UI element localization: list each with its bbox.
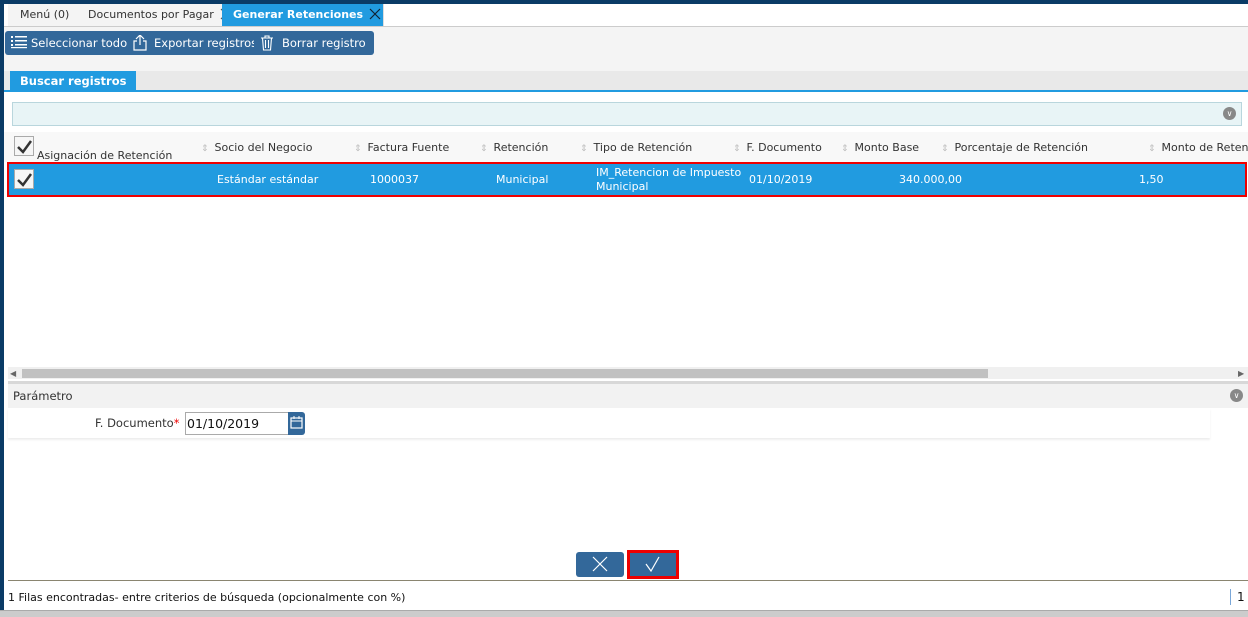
sort-icon: ⇕ (841, 144, 849, 154)
cell-tipo: IM_Retencion de Impuesto Municipal (596, 166, 741, 194)
select-all-button[interactable]: Seleccionar todo (5, 31, 136, 55)
sort-icon: ⇕ (1148, 144, 1156, 154)
table-row[interactable]: Estándar estándar 1000037 Municipal IM_R… (7, 162, 1247, 197)
column-header[interactable]: ⇕ Porcentaje de Retención (941, 141, 1088, 154)
cancel-button[interactable] (576, 552, 624, 577)
header-label: Monto de Reten (1161, 141, 1248, 154)
tab-buscar-registros[interactable]: Buscar registros (10, 71, 137, 92)
check-icon (17, 140, 33, 154)
cell-factura: 1000037 (370, 173, 419, 186)
header-label: Monto Base (854, 141, 920, 154)
button-label: Borrar registro (282, 36, 366, 50)
cell-line: IM_Retencion de Impuesto (596, 166, 742, 179)
delete-record-button[interactable]: Borrar registro (254, 31, 374, 55)
sort-icon: ⇕ (941, 144, 949, 154)
column-header[interactable]: ⇕ Factura Fuente (354, 141, 449, 154)
expand-icon[interactable]: ∨ (1223, 107, 1236, 120)
check-icon (645, 556, 660, 573)
check-icon (17, 173, 33, 187)
tab-label: Generar Retenciones (233, 8, 364, 21)
scroll-right-arrow[interactable]: ▶ (1238, 369, 1244, 378)
close-icon[interactable] (369, 8, 381, 20)
column-header[interactable]: ⇕ Monto Base (841, 141, 919, 154)
f-documento-label: F. Documento* (95, 416, 179, 430)
tab-menu[interactable]: Menú (0) (8, 4, 83, 26)
bottom-bar (0, 610, 1248, 617)
cell-socio: Estándar estándar (217, 173, 319, 186)
tab-generar-retenciones[interactable]: Generar Retenciones (222, 4, 385, 26)
export-records-button[interactable]: Exportar registros (127, 31, 266, 55)
calendar-icon (290, 416, 303, 429)
tab-label: Documentos por Pagar (88, 8, 214, 21)
grid-header: Asignación de Retención ⇕ Socio del Negoc… (4, 132, 1248, 162)
collapse-icon[interactable]: ∨ (1230, 389, 1243, 402)
trash-icon (261, 35, 273, 51)
tab-label: Menú (0) (20, 8, 70, 21)
divider (8, 580, 1248, 581)
column-header[interactable]: ⇕ Tipo de Retención (580, 141, 692, 154)
header-label: Socio del Negocio (214, 141, 313, 154)
column-header[interactable]: ⇕ F. Documento (733, 141, 822, 154)
parameter-header: ∨ (8, 384, 1248, 408)
toolbar: Seleccionar todo Exportar registros Borr… (4, 27, 1248, 71)
export-icon (133, 35, 147, 51)
cell-retencion: Municipal (496, 173, 549, 186)
cell-porcentaje: 1,50 (1139, 173, 1164, 186)
header-label: F. Documento (746, 141, 822, 154)
header-label: Tipo de Retención (593, 141, 693, 154)
parameter-title: Parámetro (13, 389, 73, 403)
page-number[interactable]: 1 (1230, 589, 1245, 605)
header-label: Factura Fuente (367, 141, 450, 154)
column-header[interactable]: Asignación de Retención (37, 149, 172, 162)
column-header[interactable]: ⇕ Retención (480, 141, 548, 154)
subtab-bar (4, 71, 1248, 92)
cell-line: Municipal (596, 180, 649, 193)
cell-monto-base: 340.000,00 (899, 173, 962, 186)
ok-button[interactable] (627, 550, 679, 579)
sort-icon: ⇕ (201, 144, 209, 154)
tab-documentos-por-pagar[interactable]: Documentos por Pagar (76, 4, 237, 26)
header-label: Retención (493, 141, 549, 154)
sort-icon: ⇕ (580, 144, 588, 154)
select-all-checkbox[interactable] (14, 136, 34, 156)
button-label: Seleccionar todo (31, 36, 128, 50)
close-icon (592, 556, 608, 572)
list-icon (11, 36, 27, 49)
button-label: Exportar registros (154, 36, 258, 50)
status-message: 1 Filas encontradas- entre criterios de … (8, 591, 406, 604)
scroll-left-arrow[interactable]: ◀ (10, 369, 16, 378)
row-checkbox[interactable] (14, 169, 34, 189)
f-documento-input[interactable]: 01/10/2019 (185, 412, 289, 435)
column-header[interactable]: ⇕ Monto de Reten (1148, 141, 1248, 154)
sort-icon: ⇕ (354, 144, 362, 154)
label-text: F. Documento (95, 416, 174, 430)
cell-fecha: 01/10/2019 (749, 173, 813, 186)
window-frame-left (0, 0, 4, 617)
sort-icon: ⇕ (480, 144, 488, 154)
search-panel-collapsed[interactable]: ∨ (12, 102, 1242, 126)
calendar-button[interactable] (288, 412, 305, 435)
header-label: Porcentaje de Retención (954, 141, 1088, 154)
required-mark: * (173, 416, 180, 430)
sort-icon: ⇕ (733, 144, 741, 154)
scrollbar-thumb[interactable] (22, 369, 988, 378)
column-header[interactable]: ⇕ Socio del Negocio (201, 141, 312, 154)
